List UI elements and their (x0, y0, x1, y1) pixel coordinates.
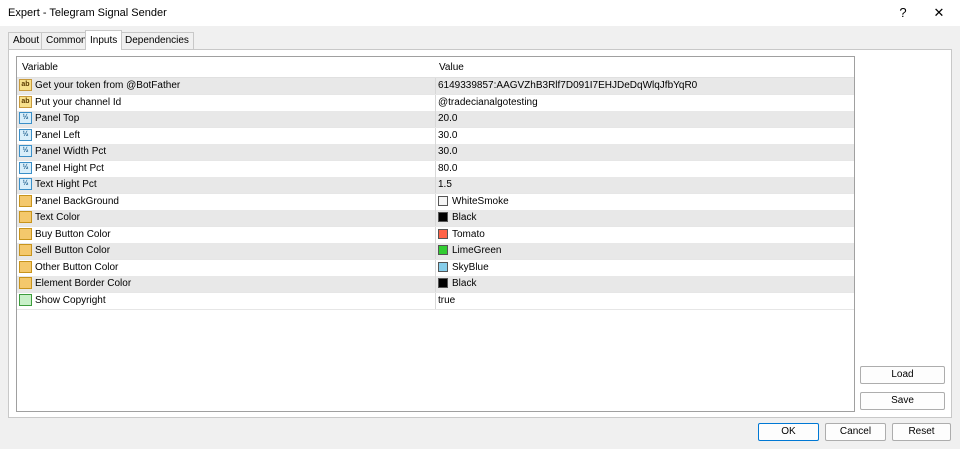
variable-name: Text Hight Pct (35, 179, 97, 190)
tab-dependencies[interactable]: Dependencies (120, 32, 194, 49)
string-type-icon: ab (19, 79, 32, 91)
table-row[interactable]: Buy Button Color Tomato (17, 226, 854, 244)
variable-name: Show Copyright (35, 294, 106, 306)
variable-value[interactable]: 6149339857:AAGVZhB3Rlf7D091I7EHJDeDqWlqJ… (438, 80, 697, 91)
column-divider (435, 177, 436, 193)
load-button[interactable]: Load (860, 366, 945, 384)
variable-value[interactable]: true (438, 295, 455, 306)
value-column-header[interactable]: Value (439, 62, 464, 73)
color-swatch (438, 212, 448, 222)
variable-name: Panel BackGround (35, 195, 119, 207)
variable-value[interactable]: @tradecianalgotesting (438, 97, 538, 108)
column-divider (435, 210, 436, 226)
table-row[interactable]: ab Put your channel Id @tradecianalgotesti… (17, 94, 854, 112)
variable-name: Get your token from @BotFather (35, 80, 181, 91)
column-divider (435, 111, 436, 127)
variable-value[interactable]: 20.0 (438, 113, 457, 124)
variable-name: Panel Top (35, 113, 80, 124)
column-divider (435, 292, 436, 309)
variable-name: Text Color (35, 212, 81, 223)
column-divider (435, 94, 436, 111)
column-divider (435, 243, 436, 259)
table-row[interactable]: Element Border Color Black (17, 276, 854, 293)
table-row[interactable]: ½ Panel Hight Pct 80.0 (17, 160, 854, 178)
color-swatch (438, 261, 448, 272)
tab-bar: About Common Inputs Dependencies (0, 30, 960, 50)
variable-value[interactable]: 80.0 (438, 163, 457, 174)
column-divider (435, 276, 436, 292)
color-type-icon (19, 227, 32, 240)
variable-name: Panel Width Pct (35, 146, 107, 157)
variable-name: Sell Button Color (35, 245, 111, 256)
color-type-icon (19, 244, 32, 256)
title-bar: Expert - Telegram Signal Sender ? ✕ (0, 0, 960, 26)
tab-about[interactable]: About (8, 32, 45, 49)
variable-name: Buy Button Color (35, 228, 111, 240)
variable-value[interactable]: 30.0 (438, 130, 457, 141)
table-row[interactable]: ½ Text Hight Pct 1.5 (17, 177, 854, 194)
column-divider (435, 78, 436, 94)
color-type-icon (19, 194, 32, 207)
table-row[interactable]: Show Copyright true (17, 292, 854, 310)
tab-common[interactable]: Common (41, 32, 92, 49)
reset-button[interactable]: Reset (892, 423, 951, 441)
table-row[interactable]: ½ Panel Width Pct 30.0 (17, 144, 854, 161)
color-type-icon (19, 277, 32, 289)
help-button[interactable]: ? (893, 4, 913, 22)
table-row[interactable]: ½ Panel Top 20.0 (17, 111, 854, 128)
variable-value[interactable]: Tomato (452, 229, 485, 240)
variable-value[interactable]: LimeGreen (452, 245, 501, 256)
table-row[interactable]: ab Get your token from @BotFather 61493398… (17, 78, 854, 95)
string-type-icon: ab (19, 95, 32, 108)
column-divider (435, 144, 436, 160)
number-type-icon: ½ (19, 128, 32, 141)
table-row[interactable]: Panel BackGround WhiteSmoke (17, 193, 854, 211)
column-divider (435, 193, 436, 210)
inputs-grid: Variable Value ab Get your token from @Bo… (16, 56, 855, 412)
variable-value[interactable]: Black (452, 278, 476, 289)
number-type-icon: ½ (19, 145, 32, 157)
tab-inputs[interactable]: Inputs (85, 30, 123, 50)
color-swatch (438, 195, 448, 206)
variable-name: Panel Left (35, 129, 81, 141)
variable-name: Put your channel Id (35, 96, 122, 108)
column-divider (435, 127, 436, 144)
variable-value[interactable]: 30.0 (438, 146, 457, 157)
variable-value[interactable]: WhiteSmoke (452, 196, 509, 207)
grid-header: Variable Value (17, 57, 854, 78)
variable-name: Element Border Color (35, 278, 132, 289)
color-swatch (438, 228, 448, 239)
variable-value[interactable]: Black (452, 212, 476, 223)
number-type-icon: ½ (19, 112, 32, 124)
variable-value[interactable]: SkyBlue (452, 262, 489, 273)
variable-name: Other Button Color (35, 261, 119, 273)
column-divider (435, 160, 436, 177)
column-divider (435, 226, 436, 243)
close-button[interactable]: ✕ (929, 4, 949, 22)
number-type-icon: ½ (19, 161, 32, 174)
table-row[interactable]: ½ Panel Left 30.0 (17, 127, 854, 145)
variable-name: Panel Hight Pct (35, 162, 104, 174)
bool-type-icon (19, 293, 32, 306)
table-row[interactable]: Text Color Black (17, 210, 854, 227)
color-type-icon (19, 260, 32, 273)
save-button[interactable]: Save (860, 392, 945, 410)
cancel-button[interactable]: Cancel (825, 423, 886, 441)
column-divider (435, 259, 436, 276)
table-row[interactable]: Other Button Color SkyBlue (17, 259, 854, 277)
variable-column-header[interactable]: Variable (22, 62, 58, 73)
number-type-icon: ½ (19, 178, 32, 190)
table-row[interactable]: Sell Button Color LimeGreen (17, 243, 854, 260)
window-title: Expert - Telegram Signal Sender (8, 7, 167, 19)
color-swatch (438, 278, 448, 288)
ok-button[interactable]: OK (758, 423, 819, 441)
variable-value[interactable]: 1.5 (438, 179, 452, 190)
color-type-icon (19, 211, 32, 223)
color-swatch (438, 245, 448, 255)
